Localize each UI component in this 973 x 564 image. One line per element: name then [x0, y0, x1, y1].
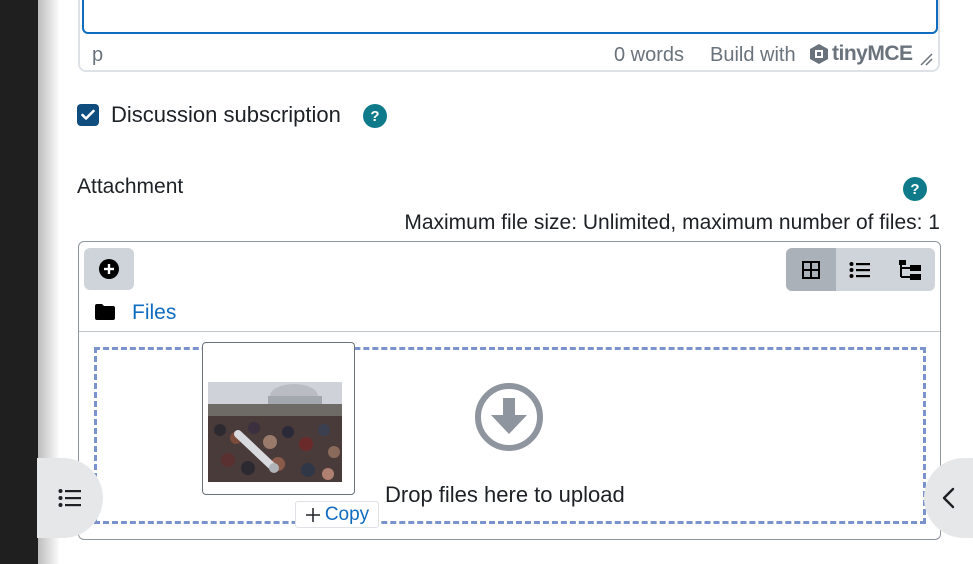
- file-limits-text: Maximum file size: Unlimited, maximum nu…: [404, 211, 940, 234]
- tree-icon: [898, 259, 921, 280]
- editor-status-path[interactable]: p: [92, 44, 103, 67]
- files-breadcrumb-link[interactable]: Files: [132, 301, 176, 325]
- file-manager-divider: [79, 331, 940, 332]
- check-icon: [81, 109, 95, 120]
- resize-handle-icon[interactable]: [919, 52, 933, 66]
- file-thumbnail: [208, 382, 342, 482]
- discussion-subscription-label[interactable]: Discussion subscription: [111, 102, 341, 128]
- discussion-subscription-checkbox[interactable]: [77, 104, 99, 126]
- chevron-left-icon: [942, 487, 955, 509]
- copy-label: Copy: [324, 503, 370, 525]
- editor-word-count[interactable]: 0 words: [614, 44, 684, 67]
- editor-build-with: Build with: [710, 44, 796, 66]
- drag-copy-indicator: Copy: [295, 501, 379, 528]
- help-icon[interactable]: ?: [363, 104, 387, 128]
- tinymce-brand[interactable]: tinyMCE: [832, 42, 913, 66]
- attachment-label: Attachment: [77, 175, 184, 198]
- tinymce-logo-icon[interactable]: [808, 43, 830, 65]
- list-icon: [58, 489, 81, 507]
- tree-view-button[interactable]: [885, 248, 935, 291]
- plus-circle-icon: [99, 259, 119, 279]
- plus-icon: [305, 507, 320, 522]
- list-view-button[interactable]: [836, 248, 886, 291]
- list-icon: [849, 261, 871, 278]
- help-icon-glyph: ?: [370, 107, 380, 125]
- attachment-help-icon[interactable]: ?: [903, 177, 927, 201]
- attachment-help-glyph: ?: [910, 180, 920, 198]
- add-file-button[interactable]: [84, 248, 134, 290]
- grid-view-button[interactable]: [786, 248, 836, 291]
- view-mode-switcher: [786, 248, 935, 291]
- folder-icon: [95, 304, 115, 320]
- left-panel-edge: [0, 0, 38, 564]
- download-arrow-icon: [475, 383, 543, 451]
- grid-icon: [801, 260, 820, 279]
- drop-files-text: Drop files here to upload: [385, 482, 625, 507]
- editor-text-area[interactable]: [82, 0, 938, 34]
